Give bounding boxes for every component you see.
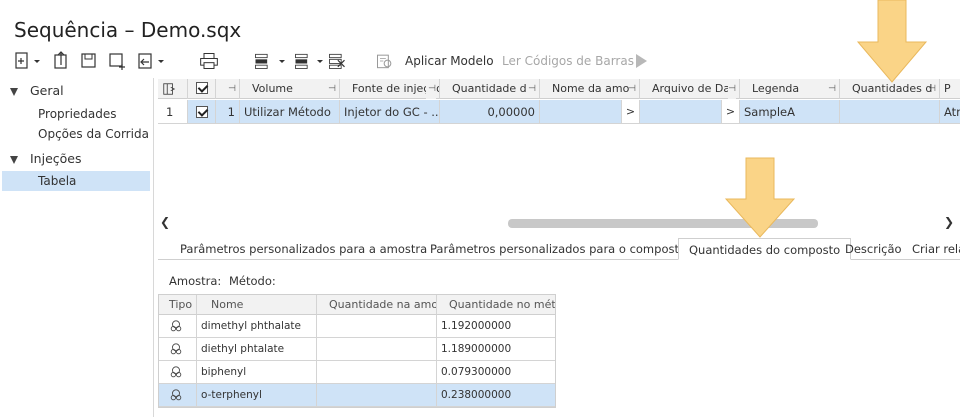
pin-icon: ⊣ [728, 79, 736, 99]
header-nome[interactable]: Nome [197, 295, 317, 315]
apply-model-icon[interactable] [372, 50, 398, 72]
compound-name: diethyl phtalate [197, 338, 317, 361]
header-legenda[interactable]: Legenda ⊣ [740, 79, 840, 99]
header-select-all[interactable] [188, 79, 216, 99]
header-sample-qty[interactable]: Quantidade na amo [317, 295, 437, 315]
pin-icon: ⊣ [528, 84, 536, 94]
scroll-left-icon[interactable]: ❮ [160, 215, 170, 229]
play-icon[interactable] [630, 50, 652, 72]
pin-icon: ⊣ [328, 84, 336, 94]
header-arquivo[interactable]: Arquivo de Da ⊣ [640, 79, 740, 99]
row-checkbox[interactable] [196, 105, 208, 118]
compound-method-qty: 0.238000000 [437, 384, 555, 407]
annotation-arrow-down-icon [724, 157, 796, 238]
row-number: 1 [216, 100, 240, 124]
tab-custom-sample-params[interactable]: Parâmetros personalizados para a amostra [170, 238, 437, 260]
arquivo-browse-button[interactable]: > [721, 100, 739, 123]
apply-model-button[interactable]: Aplicar Modelo [405, 54, 494, 68]
header-method-qty[interactable]: Quantidade no mét [437, 295, 555, 315]
export-dropdown-icon[interactable] [155, 50, 167, 72]
cell-legenda[interactable]: SampleA [740, 100, 840, 124]
pin-icon: ⊣ [628, 84, 636, 94]
print-icon[interactable] [196, 50, 222, 72]
compound-sample-qty[interactable] [317, 361, 437, 384]
nav-group-injecoes[interactable]: Injeções [30, 149, 82, 169]
table-row[interactable]: o-terphenyl 0.238000000 [159, 384, 555, 407]
table-row[interactable]: diethyl phtalate 1.189000000 [159, 338, 555, 361]
compound-quantities-table: Tipo Nome Quantidade na amo Quantidade n… [158, 294, 556, 408]
pin-icon: ⊣ [928, 84, 936, 94]
nav-item-propriedades[interactable]: Propriedades [38, 104, 117, 124]
tab-description[interactable]: Descrição [835, 238, 912, 260]
nome-amostra-browse-button[interactable]: > [621, 100, 639, 123]
insert-row-icon[interactable] [250, 50, 276, 72]
header-p[interactable]: P [940, 79, 960, 99]
save-icon[interactable] [78, 50, 100, 72]
expand-geral-icon[interactable] [10, 88, 18, 96]
pin-icon: ⊣ [228, 84, 236, 94]
compound-name: o-terphenyl [197, 384, 317, 407]
compound-icon [159, 338, 197, 361]
compound-name: dimethyl phthalate [197, 315, 317, 338]
compound-sample-qty[interactable] [317, 338, 437, 361]
grid-header: ⊣ Volume ⊣ Fonte de injeção ⊣ Quantidade d… [158, 79, 960, 99]
export-icon[interactable] [135, 50, 157, 72]
row-index: 1 [158, 100, 188, 124]
pin-icon: ⊣ [426, 79, 436, 99]
tab-compound-quantities[interactable]: Quantidades do composto [678, 238, 852, 260]
method-label: Método: [229, 274, 276, 288]
header-tipo[interactable]: Tipo [159, 295, 197, 315]
detail-tabs: Parâmetros personalizados para a amostra… [158, 238, 960, 260]
nav-item-tabela[interactable]: Tabela [2, 171, 150, 191]
read-barcodes-button[interactable]: Ler Códigos de Barras [502, 54, 634, 68]
sample-label: Amostra: [169, 274, 222, 288]
compound-icon [159, 361, 197, 384]
header-volume[interactable]: Volume ⊣ [240, 79, 340, 99]
delete-row-icon[interactable] [324, 50, 350, 72]
navigation-tree: Geral Propriedades Opções da Corrida Inj… [0, 78, 154, 417]
column-chooser-icon[interactable] [158, 79, 188, 99]
tab-custom-compound-params[interactable]: Parâmetros personalizados para o compost… [420, 238, 696, 260]
table-row[interactable]: biphenyl 0.079300000 [159, 361, 555, 384]
upload-icon[interactable] [50, 50, 72, 72]
row-checkbox-cell[interactable] [188, 100, 216, 124]
header-fonte[interactable]: Fonte de injeção ⊣ [340, 79, 440, 99]
table-row[interactable]: 1 1 Utilizar Método Injetor do GC - ... … [158, 100, 960, 124]
cell-volume[interactable]: Utilizar Método [240, 100, 340, 124]
injection-grid: ⊣ Volume ⊣ Fonte de injeção ⊣ Quantidade d… [158, 79, 960, 209]
nav-item-opcoes-da-corrida[interactable]: Opções da Corrida [38, 124, 149, 144]
compound-method-qty: 1.192000000 [437, 315, 555, 338]
cell-p[interactable]: Atr [940, 100, 960, 124]
insert-row-dropdown-icon[interactable] [276, 50, 288, 72]
toolbar: Aplicar Modelo Ler Códigos de Barras [0, 50, 960, 76]
annotation-arrow-down-icon [856, 0, 928, 83]
compound-sample-qty[interactable] [317, 384, 437, 407]
pin-icon: ⊣ [828, 84, 836, 94]
cell-nome-amostra[interactable]: > [540, 100, 640, 124]
cell-quantidades[interactable] [840, 100, 940, 124]
scroll-right-icon[interactable]: ❯ [944, 215, 954, 229]
compound-method-qty: 0.079300000 [437, 361, 555, 384]
compound-icon [159, 315, 197, 338]
save-as-icon[interactable] [106, 50, 128, 72]
new-dropdown-icon[interactable] [31, 50, 43, 72]
header-quantidade[interactable]: Quantidade d ⊣ [440, 79, 540, 99]
header-nome-amostra[interactable]: Nome da amo ⊣ [540, 79, 640, 99]
cell-arquivo[interactable]: > [640, 100, 740, 124]
header-pin[interactable]: ⊣ [216, 79, 240, 99]
compound-method-qty: 1.189000000 [437, 338, 555, 361]
expand-injecoes-icon[interactable] [10, 156, 18, 164]
window-title: Sequência – Demo.sqx [14, 18, 242, 42]
nav-group-geral[interactable]: Geral [30, 81, 64, 101]
compound-icon [159, 384, 197, 407]
select-all-checkbox[interactable] [196, 82, 208, 94]
append-row-icon[interactable] [290, 50, 316, 72]
cell-fonte[interactable]: Injetor do GC - ... [340, 100, 440, 124]
tab-create-relationship[interactable]: Criar rela [902, 238, 960, 260]
horizontal-scrollbar[interactable]: ❮ ❯ [158, 214, 960, 232]
table-row[interactable]: dimethyl phthalate 1.192000000 [159, 315, 555, 338]
compound-name: biphenyl [197, 361, 317, 384]
compound-sample-qty[interactable] [317, 315, 437, 338]
cell-quantidade[interactable]: 0,00000 [440, 100, 540, 124]
